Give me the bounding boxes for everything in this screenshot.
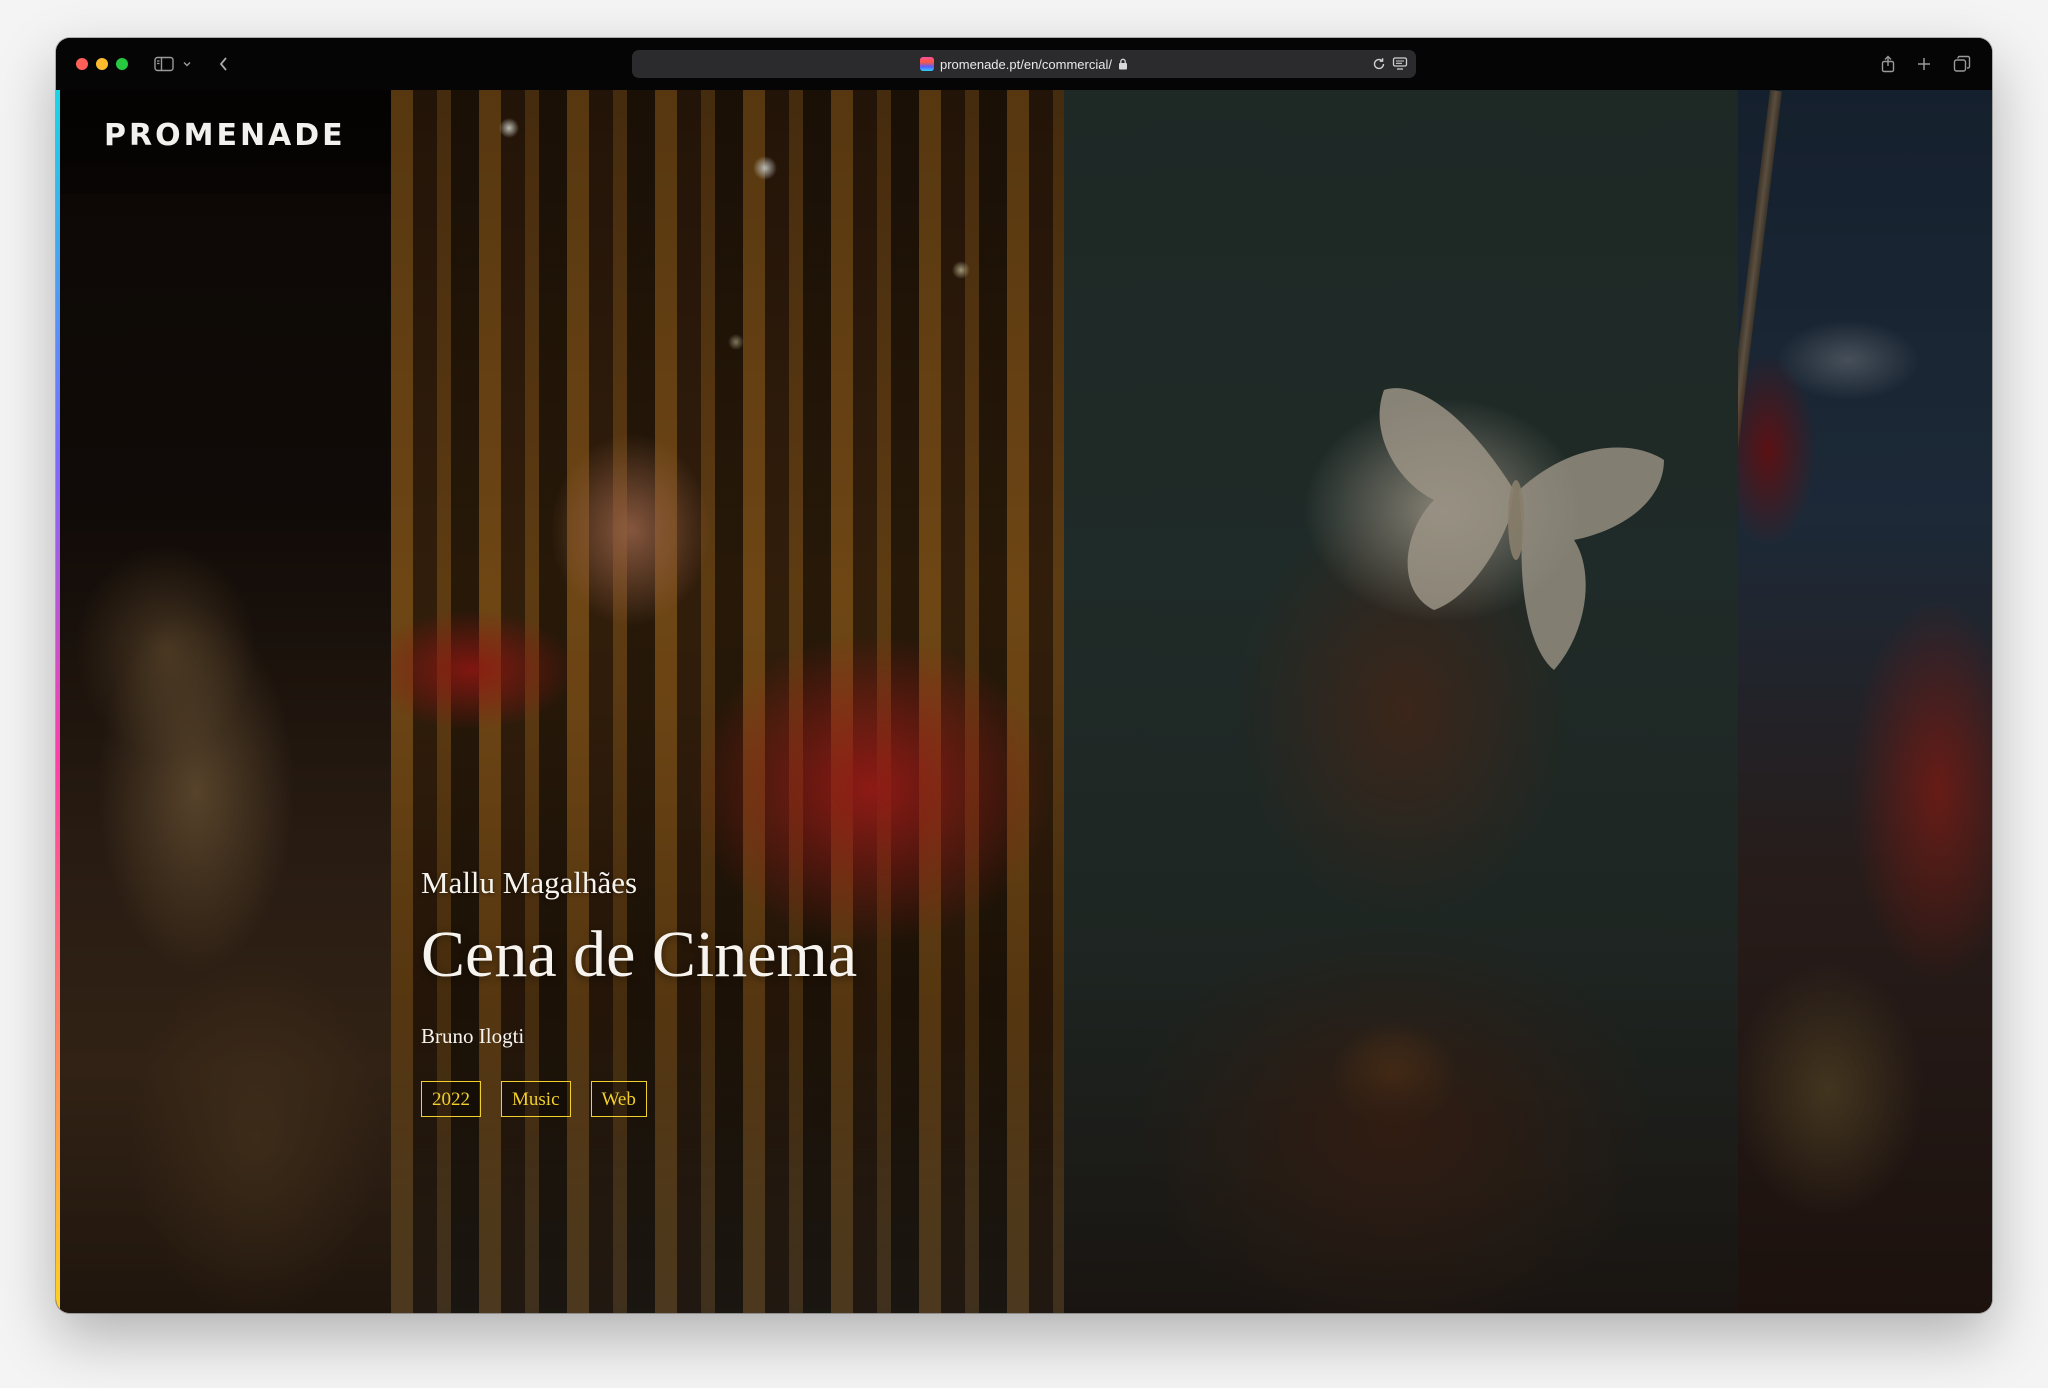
reload-icon xyxy=(1373,58,1385,70)
url-text: promenade.pt/en/commercial/ xyxy=(940,56,1112,72)
close-window-button[interactable] xyxy=(76,58,88,70)
back-button[interactable] xyxy=(212,38,236,90)
reader-icon xyxy=(1392,57,1408,70)
sidebar-icon xyxy=(154,56,174,72)
project-artist: Mallu Magalhães xyxy=(421,865,638,900)
new-tab-button[interactable] xyxy=(1912,38,1936,90)
lock-icon xyxy=(1118,58,1127,70)
chevron-down-icon xyxy=(183,62,191,67)
project-info: Mallu Magalhães Cena de Cinema Bruno Ilo… xyxy=(421,865,857,1118)
project-director: Bruno Ilogti xyxy=(421,1024,525,1049)
sidebar-menu-button[interactable] xyxy=(180,38,194,90)
zoom-window-button[interactable] xyxy=(116,58,128,70)
tab-overview-button[interactable] xyxy=(1950,38,1974,90)
tag-format[interactable]: Web xyxy=(590,1081,647,1118)
chevron-left-icon xyxy=(219,57,227,71)
plus-icon xyxy=(1918,58,1930,70)
project-title[interactable]: Cena de Cinema xyxy=(421,922,857,988)
tag-year[interactable]: 2022 xyxy=(421,1081,481,1118)
site-logo[interactable]: PROMENADE xyxy=(104,118,346,153)
page-content: PROMENADE Mallu Magalhães Cena de Cinema… xyxy=(56,90,1992,1313)
project-tags: 2022 Music Web xyxy=(421,1081,857,1118)
site-favicon xyxy=(920,57,934,71)
reader-view-button[interactable] xyxy=(1392,50,1408,78)
share-icon xyxy=(1881,55,1895,73)
sidebar-toggle-button[interactable] xyxy=(150,38,178,90)
minimize-window-button[interactable] xyxy=(96,58,108,70)
project-panel-1[interactable] xyxy=(56,90,391,1313)
share-button[interactable] xyxy=(1876,38,1900,90)
tag-category[interactable]: Music xyxy=(501,1081,571,1118)
project-panel-4[interactable] xyxy=(1738,90,1992,1313)
reload-button[interactable] xyxy=(1372,50,1386,78)
site-header: PROMENADE xyxy=(56,90,391,194)
project-panel-3[interactable] xyxy=(1064,90,1738,1313)
gradient-accent-strip xyxy=(56,90,60,1313)
browser-window: promenade.pt/en/commercial/ PROMENADE Ma… xyxy=(56,38,1992,1313)
tabs-icon xyxy=(1953,55,1971,72)
browser-toolbar: promenade.pt/en/commercial/ xyxy=(56,38,1992,91)
address-bar[interactable]: promenade.pt/en/commercial/ xyxy=(632,50,1416,78)
project-panel-featured[interactable] xyxy=(391,90,1064,1313)
